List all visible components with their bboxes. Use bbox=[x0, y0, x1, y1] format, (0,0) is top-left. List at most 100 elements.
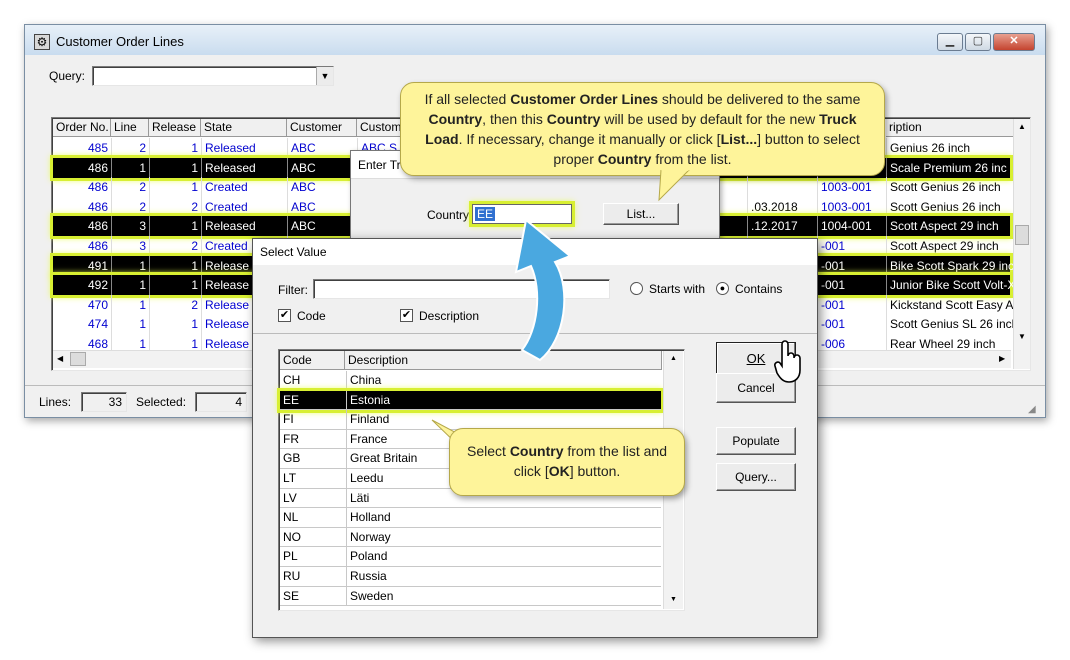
callout-top-text: Customer Order Lines bbox=[510, 91, 659, 107]
description-checkbox-label: Description bbox=[419, 309, 480, 323]
table-cell-line: 1 bbox=[111, 275, 149, 296]
list-item[interactable]: SE Sweden bbox=[280, 586, 661, 607]
selected-count: 4 bbox=[195, 392, 247, 412]
window-title: Customer Order Lines bbox=[56, 34, 184, 49]
scroll-left-icon[interactable]: ◀ bbox=[57, 354, 63, 363]
list-item[interactable]: CH China bbox=[280, 371, 661, 391]
table-cell-line: 1 bbox=[111, 314, 149, 335]
selected-label: Selected: bbox=[136, 395, 187, 409]
list-item[interactable]: NL Holland bbox=[280, 508, 661, 528]
minimize-button[interactable]: ▁ bbox=[937, 33, 963, 51]
column-header[interactable]: Line bbox=[111, 119, 149, 137]
table-cell-part: 1003-001 bbox=[817, 177, 885, 198]
hscroll-thumb[interactable] bbox=[70, 352, 86, 366]
curved-arrow-icon bbox=[514, 218, 572, 362]
callout-top: If all selected Customer Order Lines sho… bbox=[400, 82, 885, 176]
table-cell-release: 1 bbox=[149, 255, 201, 276]
column-header[interactable]: Release bbox=[149, 119, 201, 137]
table-cell-order: 485 bbox=[87, 141, 108, 155]
populate-button[interactable]: Populate bbox=[716, 427, 796, 455]
list-item-description: Estonia bbox=[346, 390, 661, 410]
list-item-description: Sweden bbox=[346, 586, 661, 606]
table-cell-release: 2 bbox=[149, 236, 201, 256]
list-item[interactable]: NO Norway bbox=[280, 527, 661, 548]
table-cell-part: -001 bbox=[817, 294, 885, 315]
callout-top-text: List... bbox=[720, 131, 758, 147]
table-cell-state: Created bbox=[201, 177, 287, 198]
starts-with-label: Starts with bbox=[649, 282, 706, 296]
lines-label: Lines: bbox=[39, 395, 72, 409]
scroll-up-icon[interactable]: ▲ bbox=[670, 355, 677, 362]
table-cell-date bbox=[747, 177, 817, 198]
title-bar[interactable]: ⚙ Customer Order Lines ▁ ▢ ✕ bbox=[25, 25, 1045, 55]
table-cell-state: Released bbox=[201, 138, 287, 158]
table-cell-state: Released bbox=[201, 157, 287, 178]
list-item-description: Norway bbox=[346, 527, 661, 547]
list-item[interactable]: PL Poland bbox=[280, 547, 661, 567]
table-cell-state: Created bbox=[201, 196, 287, 217]
scroll-up-icon[interactable]: ▲ bbox=[1018, 122, 1026, 131]
table-cell-desc: Scott Genius 26 inch bbox=[886, 196, 1014, 217]
list-item[interactable]: EE Estonia bbox=[277, 387, 664, 414]
column-header[interactable]: ription bbox=[886, 119, 1014, 137]
list-item[interactable]: FI Finland bbox=[280, 410, 661, 430]
callout-top-text: , then this bbox=[482, 111, 547, 127]
table-cell-release: 2 bbox=[149, 196, 201, 217]
callout-bottom-text: Country bbox=[509, 443, 564, 459]
column-header[interactable]: State bbox=[201, 119, 287, 137]
list-item-code: NO bbox=[283, 529, 301, 544]
table-cell-desc: Junior Bike Scott Volt-X 26 bbox=[886, 275, 1014, 296]
contains-radio[interactable]: ● bbox=[716, 282, 729, 295]
list-item-code: FR bbox=[283, 431, 299, 446]
code-checkbox[interactable]: ✔ bbox=[278, 309, 291, 322]
arrow-annotation bbox=[514, 218, 572, 362]
enter-dialog-title: Enter Tr bbox=[358, 158, 401, 172]
list-item-code: NL bbox=[283, 510, 299, 525]
list-item-code: RU bbox=[283, 569, 301, 583]
table-cell-order: 492 bbox=[87, 278, 108, 293]
table-cell-customer: ABC bbox=[287, 177, 357, 198]
callout-bottom-text: Select bbox=[467, 443, 510, 459]
vertical-scrollbar[interactable]: ▲ ▼ bbox=[1013, 119, 1030, 369]
app-icon: ⚙ bbox=[34, 34, 50, 50]
description-checkbox[interactable]: ✔ bbox=[400, 309, 413, 322]
list-item-description: Holland bbox=[346, 508, 661, 528]
filter-label: Filter: bbox=[278, 283, 308, 297]
table-cell-part: 1003-001 bbox=[817, 196, 885, 217]
callout-bottom: Select Country from the list and click [… bbox=[449, 428, 685, 496]
chevron-down-icon[interactable]: ▼ bbox=[316, 67, 333, 85]
list-item-description: Finland bbox=[346, 410, 661, 430]
table-cell-order: 486 bbox=[87, 160, 108, 175]
table-cell-release: 1 bbox=[149, 314, 201, 335]
table-cell-part: 1004-001 bbox=[817, 216, 885, 237]
scroll-right-icon[interactable]: ▶ bbox=[999, 354, 1005, 363]
table-cell-desc: Bike Scott Spark 29 inch bbox=[886, 255, 1014, 276]
table-cell-order: 486 bbox=[87, 239, 108, 253]
callout-top-text: . If necessary, change it manually or cl… bbox=[458, 131, 721, 147]
list-item-code: SE bbox=[283, 588, 300, 603]
starts-with-radio[interactable] bbox=[630, 282, 643, 295]
scroll-down-icon[interactable]: ▼ bbox=[670, 596, 677, 603]
close-button[interactable]: ✕ bbox=[993, 33, 1035, 51]
maximize-button[interactable]: ▢ bbox=[965, 33, 991, 51]
callout-top-text: Country bbox=[597, 151, 652, 167]
resize-grip-icon[interactable]: ◢ bbox=[1028, 404, 1036, 415]
table-cell-line: 1 bbox=[111, 157, 149, 178]
table-cell-order: 491 bbox=[87, 258, 108, 273]
table-cell-line: 3 bbox=[111, 216, 149, 237]
list-item-code: PL bbox=[283, 549, 298, 564]
list-item-code: EE bbox=[283, 392, 300, 407]
code-column-header[interactable]: Code bbox=[280, 351, 345, 370]
scroll-down-icon[interactable]: ▼ bbox=[1018, 332, 1026, 341]
column-header[interactable]: Order No. bbox=[53, 119, 111, 137]
country-input-value: EE bbox=[475, 207, 496, 221]
table-cell-desc: Scott Aspect 29 inch bbox=[886, 216, 1014, 237]
list-item[interactable]: RU Russia bbox=[280, 567, 661, 587]
callout-bottom-text: ] button. bbox=[569, 463, 621, 479]
query-button[interactable]: Query... bbox=[716, 463, 796, 491]
ok-label: OK bbox=[746, 351, 766, 366]
query-combobox[interactable]: ▼ bbox=[92, 66, 334, 86]
scroll-thumb[interactable] bbox=[1015, 225, 1029, 245]
column-header[interactable]: Customer bbox=[287, 119, 357, 137]
table-cell-customer: ABC bbox=[287, 216, 357, 237]
